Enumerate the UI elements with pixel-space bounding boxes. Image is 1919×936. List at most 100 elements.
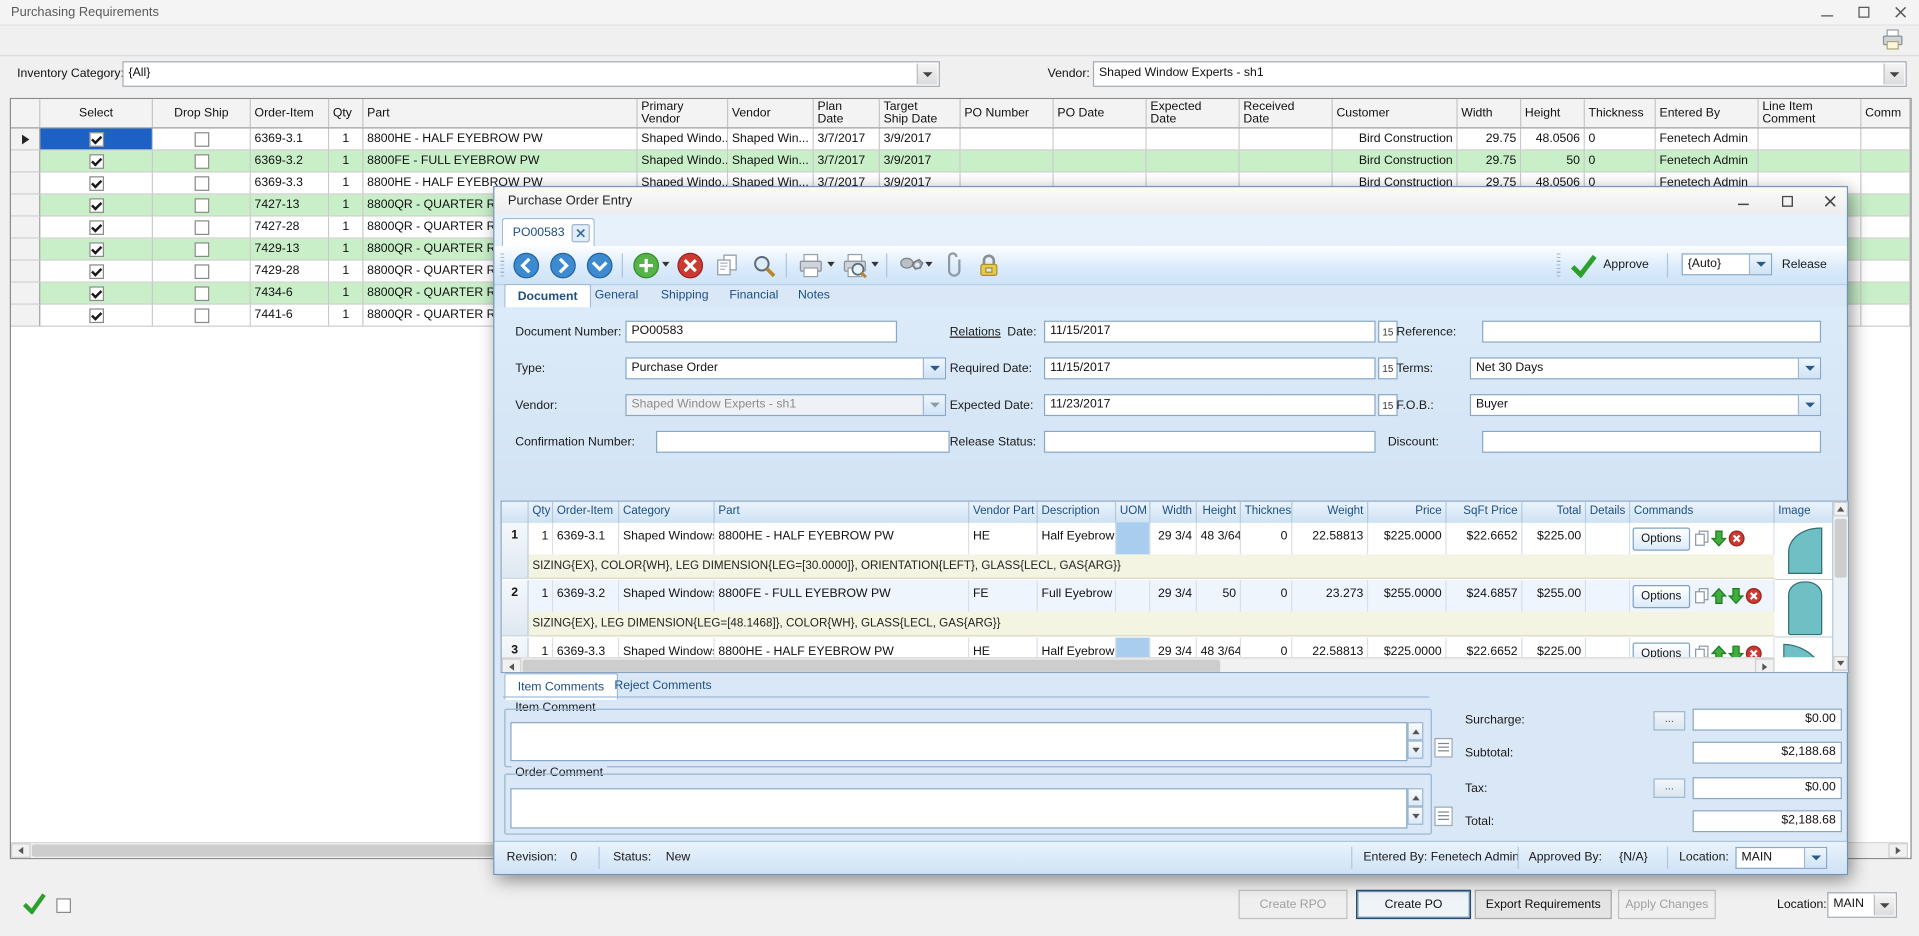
column-header[interactable]: Select xyxy=(40,99,153,127)
cell[interactable]: 1 xyxy=(329,305,363,327)
print-menu-caret-icon[interactable] xyxy=(827,262,834,267)
column-header[interactable]: Height xyxy=(1521,99,1585,127)
cell[interactable] xyxy=(1861,129,1910,151)
line-items-grid[interactable]: QtyOrder-ItemCategoryPartVendor PartDesc… xyxy=(501,501,1850,674)
cell[interactable] xyxy=(11,195,40,217)
cell[interactable] xyxy=(153,239,251,261)
item-image-cell[interactable] xyxy=(1775,638,1835,658)
cell-height[interactable]: 50 xyxy=(1197,580,1241,612)
column-header[interactable]: Category xyxy=(619,502,714,523)
drop-ship-checkbox[interactable] xyxy=(194,132,209,147)
cell[interactable] xyxy=(1861,283,1910,305)
cell[interactable] xyxy=(11,283,40,305)
cell[interactable]: 6369-3.2 xyxy=(251,151,329,173)
column-header[interactable]: Width xyxy=(1150,502,1197,523)
copy-icon[interactable] xyxy=(1694,530,1710,547)
cell-price[interactable]: $225.0000 xyxy=(1368,523,1446,555)
column-header[interactable]: Qty xyxy=(329,99,363,127)
dialog-maximize-button[interactable] xyxy=(1771,188,1803,212)
cell[interactable]: 3/9/2017 xyxy=(880,129,961,151)
cell-weight[interactable]: 23.273 xyxy=(1292,580,1368,612)
line-item-row[interactable]: 116369-3.1Shaped Windows8800HE - HALF EY… xyxy=(502,523,1835,581)
cell-vendor-part[interactable]: HE xyxy=(969,638,1038,658)
cell-part[interactable]: 8800HE - HALF EYEBROW PW xyxy=(715,638,970,658)
select-checkbox[interactable] xyxy=(89,198,104,213)
close-tab-icon[interactable] xyxy=(572,223,590,241)
drop-ship-checkbox[interactable] xyxy=(194,286,209,301)
column-header[interactable]: Total xyxy=(1522,502,1586,523)
cell[interactable]: 7434-6 xyxy=(251,283,329,305)
cell[interactable]: 29.75 xyxy=(1458,129,1522,151)
column-header[interactable]: Part xyxy=(363,99,637,127)
column-header[interactable]: Part xyxy=(715,502,970,523)
cell-width[interactable]: 29 3/4 xyxy=(1150,638,1197,658)
cell[interactable]: 1 xyxy=(329,239,363,261)
move-down-icon[interactable] xyxy=(1728,645,1744,657)
column-header[interactable]: Order-Item xyxy=(251,99,329,127)
cell[interactable] xyxy=(1861,195,1910,217)
cell[interactable] xyxy=(153,151,251,173)
cell-order-item[interactable]: 6369-3.2 xyxy=(553,580,619,612)
cell[interactable] xyxy=(11,217,40,239)
cell[interactable]: 6369-3.3 xyxy=(251,173,329,195)
cell[interactable] xyxy=(153,129,251,151)
tab-document[interactable]: Document xyxy=(504,284,591,308)
column-header[interactable]: Plan Date xyxy=(814,99,880,127)
cell-vendor-part[interactable]: HE xyxy=(969,523,1038,555)
cell-total[interactable]: $225.00 xyxy=(1522,638,1586,658)
cell[interactable]: 0 xyxy=(1585,129,1656,151)
options-button[interactable]: Options xyxy=(1633,527,1690,550)
terms-select[interactable]: Net 30 Days xyxy=(1470,357,1821,379)
print-icon[interactable] xyxy=(796,251,825,280)
calendar-icon[interactable]: 15 xyxy=(1378,394,1398,416)
move-up-icon[interactable] xyxy=(1711,645,1727,657)
cell[interactable] xyxy=(40,305,153,327)
relations-link[interactable]: Relations xyxy=(950,326,1001,339)
calendar-icon[interactable]: 15 xyxy=(1378,321,1398,343)
cell[interactable] xyxy=(1054,151,1147,173)
surcharge-more-button[interactable]: ... xyxy=(1653,711,1685,731)
release-button[interactable]: Release xyxy=(1782,258,1827,271)
cell[interactable] xyxy=(40,217,153,239)
cell-details[interactable] xyxy=(1586,523,1630,555)
column-header[interactable]: Description xyxy=(1038,502,1116,523)
cell[interactable]: 1 xyxy=(329,195,363,217)
dialog-minimize-button[interactable] xyxy=(1727,188,1759,212)
column-header[interactable]: Price xyxy=(1368,502,1446,523)
column-header[interactable]: Drop Ship xyxy=(153,99,251,127)
cell[interactable]: Bird Construction xyxy=(1333,151,1458,173)
print-preview-icon[interactable] xyxy=(840,251,869,280)
drop-ship-checkbox[interactable] xyxy=(194,220,209,235)
cell[interactable] xyxy=(1759,129,1862,151)
cell-order-item[interactable]: 6369-3.1 xyxy=(553,523,619,555)
tab-po00583[interactable]: PO00583 xyxy=(502,218,595,246)
tab-notes[interactable]: Notes xyxy=(786,284,842,307)
cell[interactable] xyxy=(40,129,153,151)
cell-weight[interactable]: 22.58813 xyxy=(1292,638,1368,658)
cell[interactable] xyxy=(1861,151,1910,173)
drop-ship-checkbox[interactable] xyxy=(194,176,209,191)
column-header[interactable]: Vendor xyxy=(728,99,814,127)
cell[interactable] xyxy=(40,261,153,283)
cell[interactable]: 29.75 xyxy=(1458,151,1522,173)
calendar-icon[interactable]: 15 xyxy=(1378,357,1398,379)
select-checkbox[interactable] xyxy=(89,176,104,191)
expected-date-input[interactable]: 11/23/2017 xyxy=(1044,394,1376,416)
cell-category[interactable]: Shaped Windows xyxy=(619,523,714,555)
cell[interactable]: 48.0506 xyxy=(1521,129,1585,151)
options-button[interactable]: Options xyxy=(1633,585,1690,608)
current-row-indicator[interactable] xyxy=(11,129,40,151)
total-detail-icon[interactable] xyxy=(1434,807,1452,827)
cell-width[interactable]: 29 3/4 xyxy=(1150,580,1197,612)
cell[interactable]: 7427-28 xyxy=(251,217,329,239)
cell-details[interactable] xyxy=(1586,580,1630,612)
tools-menu-caret-icon[interactable] xyxy=(925,262,932,267)
column-header[interactable]: Target Ship Date xyxy=(880,99,961,127)
select-checkbox[interactable] xyxy=(89,286,104,301)
select-checkbox[interactable] xyxy=(89,242,104,257)
cell[interactable] xyxy=(1147,151,1240,173)
add-menu-caret-icon[interactable] xyxy=(662,262,669,267)
cell-qty[interactable]: 1 xyxy=(529,523,553,555)
delete-icon[interactable] xyxy=(1745,645,1762,657)
drop-ship-checkbox[interactable] xyxy=(194,154,209,169)
